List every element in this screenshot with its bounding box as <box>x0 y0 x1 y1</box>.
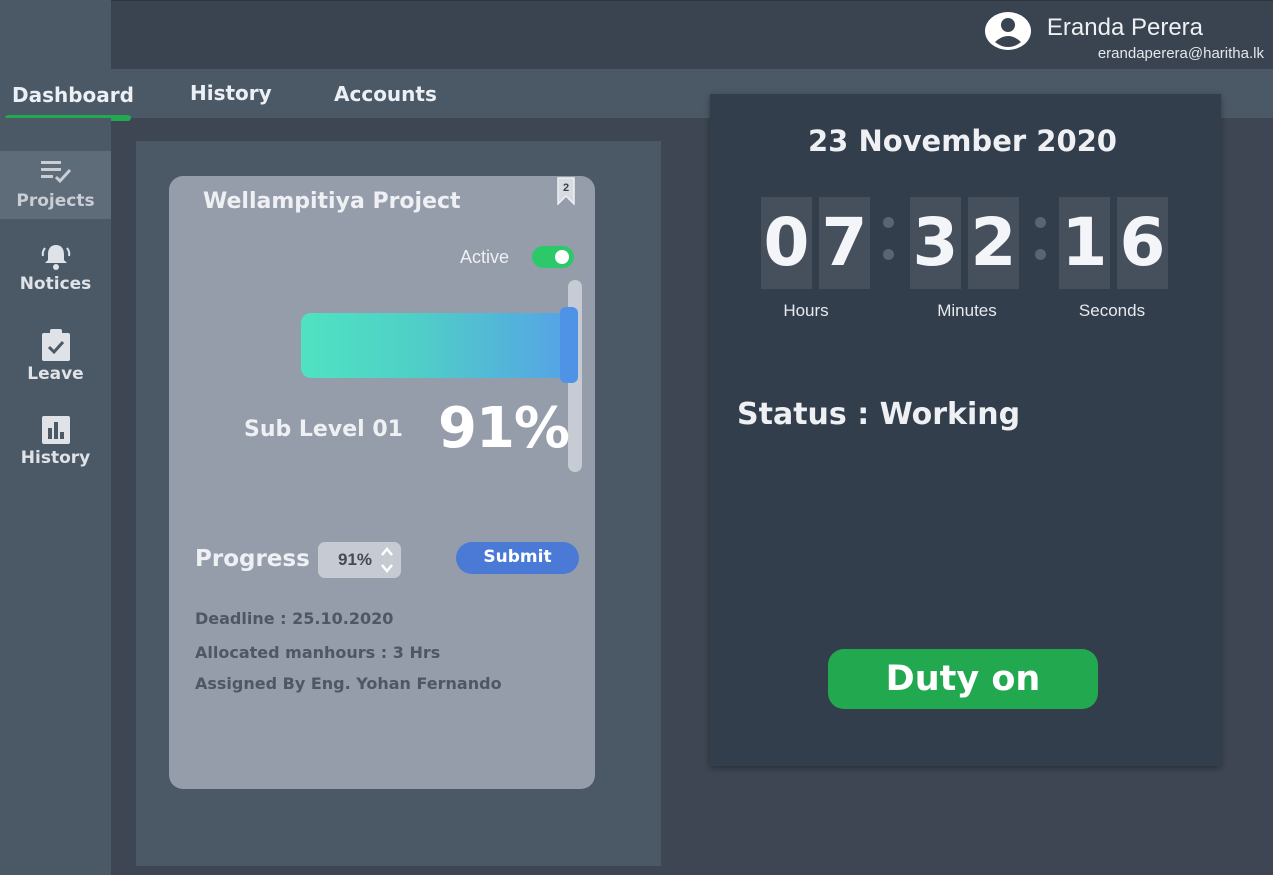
stepper-value: 91% <box>338 550 373 569</box>
assigned-by-text: Assigned By Eng. Yohan Fernando <box>195 674 502 693</box>
tab-dashboard[interactable]: Dashboard <box>12 83 134 107</box>
sidebar-item-label: Notices <box>19 274 92 294</box>
sidebar-item-leave[interactable]: Leave <box>0 328 111 396</box>
tab-history[interactable]: History <box>190 81 272 105</box>
tab-accounts[interactable]: Accounts <box>334 82 437 106</box>
sidebar-item-label: Projects <box>16 191 95 211</box>
top-left-corner <box>0 0 111 69</box>
playlist-check-icon <box>40 161 71 184</box>
duty-on-button[interactable]: Duty on <box>828 649 1098 709</box>
clock-panel: 23 November 2020 0 7 3 2 1 6 Hours Minut… <box>710 94 1221 766</box>
colon-dot <box>1035 217 1046 228</box>
hours-label: Hours <box>783 301 829 320</box>
seconds-label: Seconds <box>1078 301 1146 320</box>
toggle-knob <box>555 250 569 264</box>
deadline-text: Deadline : 25.10.2020 <box>195 609 394 628</box>
colon-dot <box>883 217 894 228</box>
sidebar-item-label: Leave <box>27 364 84 384</box>
work-status: Status : Working <box>737 397 1021 432</box>
user-email: erandaperera@haritha.lk <box>1097 45 1264 62</box>
sidebar-item-notices[interactable]: Notices <box>0 242 111 310</box>
sidebar-item-history[interactable]: History <box>0 414 111 482</box>
stepper-arrows-icon[interactable] <box>379 544 395 576</box>
bar-chart-icon <box>41 416 70 444</box>
active-label: Active <box>460 247 510 267</box>
progress-bar <box>301 313 578 378</box>
minutes-digit: 3 <box>910 197 961 289</box>
bookmark-badge[interactable]: 2 <box>556 177 576 205</box>
current-date: 23 November 2020 <box>808 124 1117 158</box>
project-card: Wellampitiya Project 2 Active Sub Level … <box>169 176 595 789</box>
seconds-digit: 6 <box>1117 197 1168 289</box>
sidebar-item-projects[interactable]: Projects <box>0 151 111 219</box>
progress-label: Progress <box>195 546 310 572</box>
active-toggle[interactable] <box>532 246 574 268</box>
seconds-digit: 1 <box>1059 197 1110 289</box>
progress-percentage: 91% <box>438 396 570 461</box>
minutes-label: Minutes <box>937 301 997 320</box>
bell-icon <box>41 245 70 270</box>
top-bar: Eranda Perera erandaperera@haritha.lk <box>111 0 1273 69</box>
progress-bar-handle[interactable] <box>560 307 578 383</box>
colon-dot <box>883 249 894 260</box>
sidebar-item-label: History <box>20 448 91 468</box>
sidebar: Projects Notices Leave History <box>0 118 111 875</box>
submit-button[interactable]: Submit <box>456 542 579 574</box>
sublevel-label: Sub Level 01 <box>244 417 403 442</box>
hours-digit: 0 <box>761 197 812 289</box>
manhours-text: Allocated manhours : 3 Hrs <box>195 643 441 662</box>
minutes-digit: 2 <box>968 197 1019 289</box>
clipboard-check-icon <box>41 329 70 361</box>
project-title: Wellampitiya Project <box>203 189 461 214</box>
user-name: Eranda Perera <box>1046 14 1203 41</box>
account-circle-icon[interactable] <box>984 11 1032 51</box>
colon-dot <box>1035 249 1046 260</box>
progress-stepper[interactable]: 91% <box>318 542 401 578</box>
bookmark-count: 2 <box>562 182 570 194</box>
hours-digit: 7 <box>819 197 870 289</box>
